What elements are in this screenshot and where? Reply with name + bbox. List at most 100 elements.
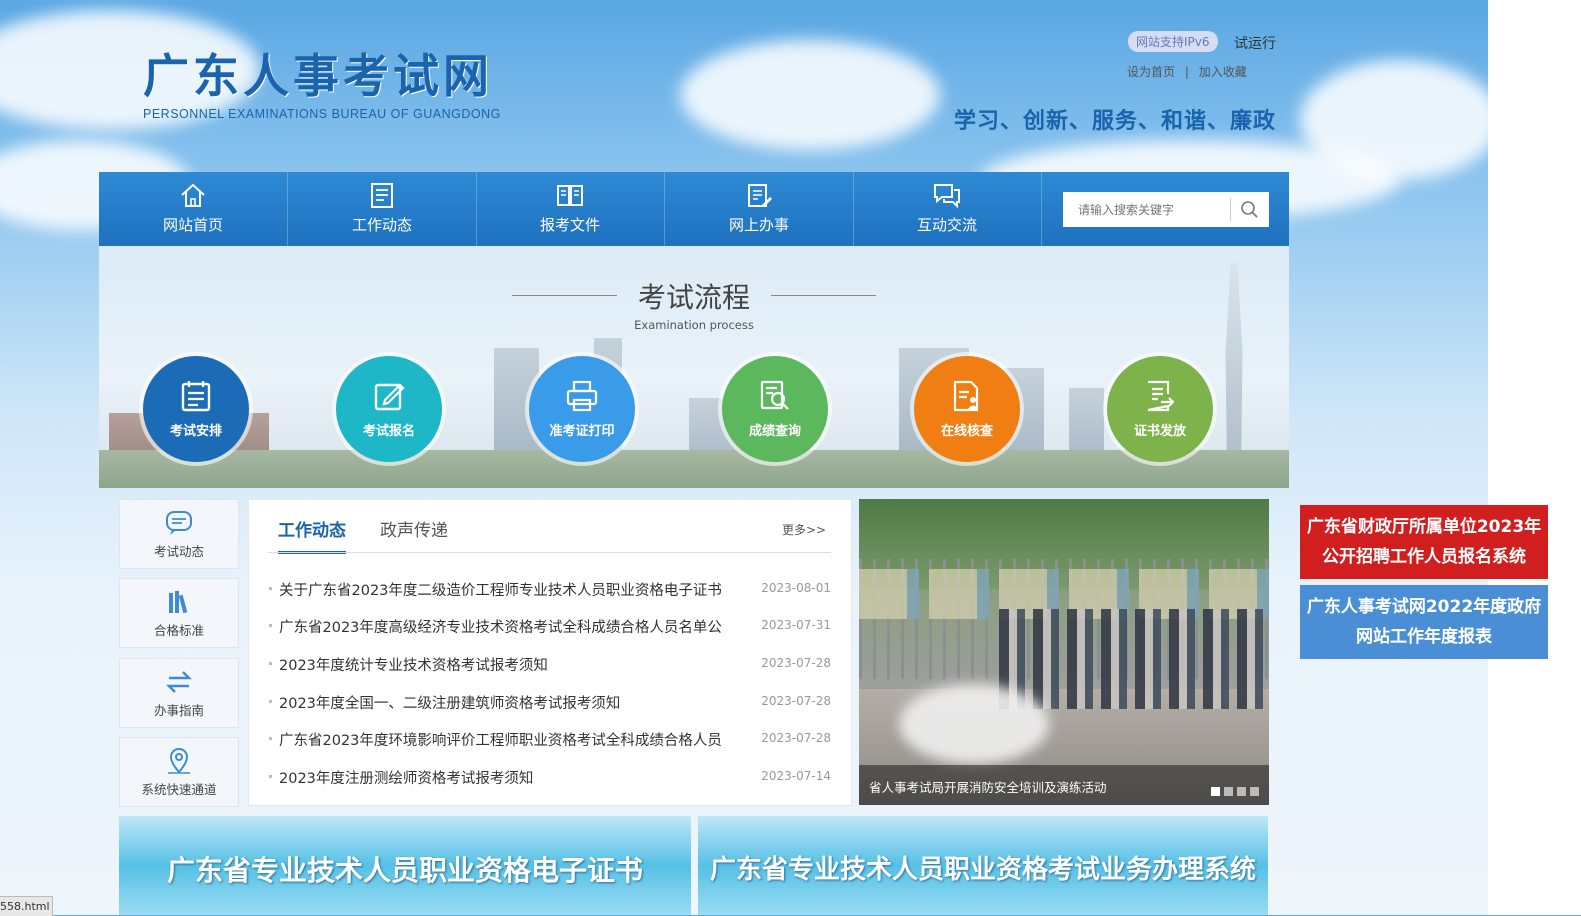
news-panel: 工作动态 政声传递 更多>> 关于广东省2023年度二级造价工程师专业技术人员职… [248,499,852,806]
news-item[interactable]: 广东省2023年度环境影响评价工程师职业资格考试全科成绩合格人员 2023-07… [269,729,831,749]
home-icon [181,183,205,207]
search-document-icon [760,380,789,410]
search-icon[interactable] [1230,198,1269,221]
carousel-dot[interactable] [1224,787,1233,796]
step-label: 考试报名 [362,424,415,439]
tab-divider [268,552,831,553]
swap-arrows-icon [166,671,192,693]
books-icon [169,591,188,614]
edit-icon [374,383,405,411]
nav-item-work-news[interactable]: 工作动态 [288,172,477,246]
slogan: 学习、创新、服务、和谐、廉政 [954,109,1277,134]
exam-process-subtitle: Examination process [634,318,754,332]
user-document-icon [953,380,979,412]
step-label: 在线核查 [940,424,993,439]
news-item[interactable]: 广东省2023年度高级经济专业技术资格考试全科成绩合格人员名单公 2023-07… [269,616,831,636]
nav-item-label: 互动交流 [916,216,977,234]
sidebar-item-label: 考试动态 [153,544,204,559]
news-date: 2023-07-14 [761,769,831,783]
news-title[interactable]: 2023年度统计专业技术资格考试报考须知 [279,654,763,675]
banner-text: 广东省专业技术人员职业资格考试业务办理系统 [709,855,1256,885]
sidebar-item-quick-access[interactable]: 系统快速通道 [119,737,239,807]
sidebar-item-label: 系统快速通道 [141,782,217,797]
annual-report-link[interactable]: 广东人事考试网2022年度政府网站工作年度报表 [1300,585,1548,659]
finance-recruit-link[interactable]: 广东省财政厅所属单位2023年公开招聘工作人员报名系统 [1300,505,1548,579]
nav-item-label: 网上办事 [728,216,789,234]
carousel-dot[interactable] [1250,787,1259,796]
step-label: 成绩查询 [748,424,801,439]
exam-business-banner[interactable]: 广东省专业技术人员职业资格考试业务办理系统 [698,816,1268,915]
carousel-dots [1207,781,1259,800]
photo-carousel[interactable]: 省人事考试局开展消防安全培训及演练活动 [859,499,1269,805]
step-online-verification[interactable]: 在线核查 [914,356,1020,462]
document-icon [371,183,393,208]
step-label: 证书发放 [1133,424,1186,439]
sidebar-item-label: 办事指南 [153,703,204,718]
site-title[interactable]: 广东人事考试网 [143,40,493,106]
step-certificate-issue[interactable]: 证书发放 [1107,356,1213,462]
more-link[interactable]: 更多>> [782,521,826,538]
search-box [1063,192,1269,227]
news-title[interactable]: 广东省2023年度环境影响评价工程师职业资格考试全科成绩合格人员 [279,729,763,750]
news-title[interactable]: 关于广东省2023年度二级造价工程师专业技术人员职业资格电子证书 [279,579,763,600]
carousel-dot[interactable] [1211,787,1220,796]
step-admission-print[interactable]: 准考证打印 [529,356,635,462]
banner-text: 广东省专业技术人员职业资格电子证书 [166,854,643,887]
photo-people [999,609,1269,709]
nav-item-label: 工作动态 [351,216,412,234]
right-blank-area [1488,0,1581,915]
sidebar-item-pass-standard[interactable]: 合格标准 [119,578,239,648]
news-title[interactable]: 2023年度注册测绘师资格考试报考须知 [279,767,763,788]
calendar-list-icon [181,381,211,412]
step-score-query[interactable]: 成绩查询 [722,356,828,462]
news-item[interactable]: 关于广东省2023年度二级造价工程师专业技术人员职业资格电子证书 2023-08… [269,579,831,599]
bullet [269,737,272,740]
tab-policy-news[interactable]: 政声传递 [380,516,448,541]
bullet [269,662,272,665]
title-divider-right [771,295,876,296]
location-pin-icon [168,748,190,774]
sidebar-item-service-guide[interactable]: 办事指南 [119,658,239,728]
search-input[interactable] [1063,192,1228,227]
link-separator: | [1184,65,1189,79]
photo-caption-bar: 省人事考试局开展消防安全培训及演练活动 [859,765,1269,805]
news-item[interactable]: 2023年度统计专业技术资格考试报考须知 2023-07-28 [269,654,831,674]
add-bookmark-link[interactable]: 加入收藏 [1199,65,1247,79]
nav-item-interaction[interactable]: 互动交流 [853,172,1042,246]
sidebar-item-label: 合格标准 [153,623,204,638]
photo-smoke [899,684,1049,764]
news-item[interactable]: 2023年度注册测绘师资格考试报考须知 2023-07-14 [269,767,831,787]
nav-item-label: 报考文件 [539,216,600,234]
step-exam-registration[interactable]: 考试报名 [336,356,442,462]
trial-label: 试运行 [1234,36,1276,52]
step-exam-schedule[interactable]: 考试安排 [143,356,249,462]
nav-item-online-service[interactable]: 网上办事 [665,172,854,246]
bullet [269,624,272,627]
nav-item-home[interactable]: 网站首页 [99,172,288,246]
news-title[interactable]: 广东省2023年度高级经济专业技术资格考试全科成绩合格人员名单公 [279,616,763,637]
nav-item-label: 网站首页 [162,216,223,234]
certificate-icon [1147,380,1175,412]
nav-item-exam-files[interactable]: 报考文件 [476,172,665,246]
step-label: 准考证打印 [549,424,615,439]
news-date: 2023-07-28 [761,656,831,670]
news-date: 2023-07-28 [761,731,831,745]
browser-status-bar: 558.html [0,896,53,916]
printer-icon [566,380,598,412]
step-label: 考试安排 [169,424,222,439]
exam-process-title: 考试流程 [637,281,750,314]
bullet [269,700,272,703]
tab-work-news[interactable]: 工作动态 [278,516,346,554]
news-item[interactable]: 2023年度全国一、二级注册建筑师资格考试报考须知 2023-07-28 [269,692,831,712]
sidebar-item-exam-news[interactable]: 考试动态 [119,499,239,569]
exam-process-banner: 考试流程 Examination process 考试安排 考试报名 准考证打印… [99,246,1289,488]
main-nav: 网站首页 工作动态 报考文件 网上办事 互动交流 [99,172,1289,246]
bullet [269,775,272,778]
ipv6-badge: 网站支持IPv6 [1128,31,1218,52]
e-certificate-banner[interactable]: 广东省专业技术人员职业资格电子证书 [119,816,691,915]
news-title[interactable]: 2023年度全国一、二级注册建筑师资格考试报考须知 [279,692,763,713]
carousel-dot[interactable] [1237,787,1246,796]
edit-document-icon [748,184,772,207]
set-homepage-link[interactable]: 设为首页 [1127,65,1175,79]
photo-caption[interactable]: 省人事考试局开展消防安全培训及演练活动 [869,777,1107,796]
